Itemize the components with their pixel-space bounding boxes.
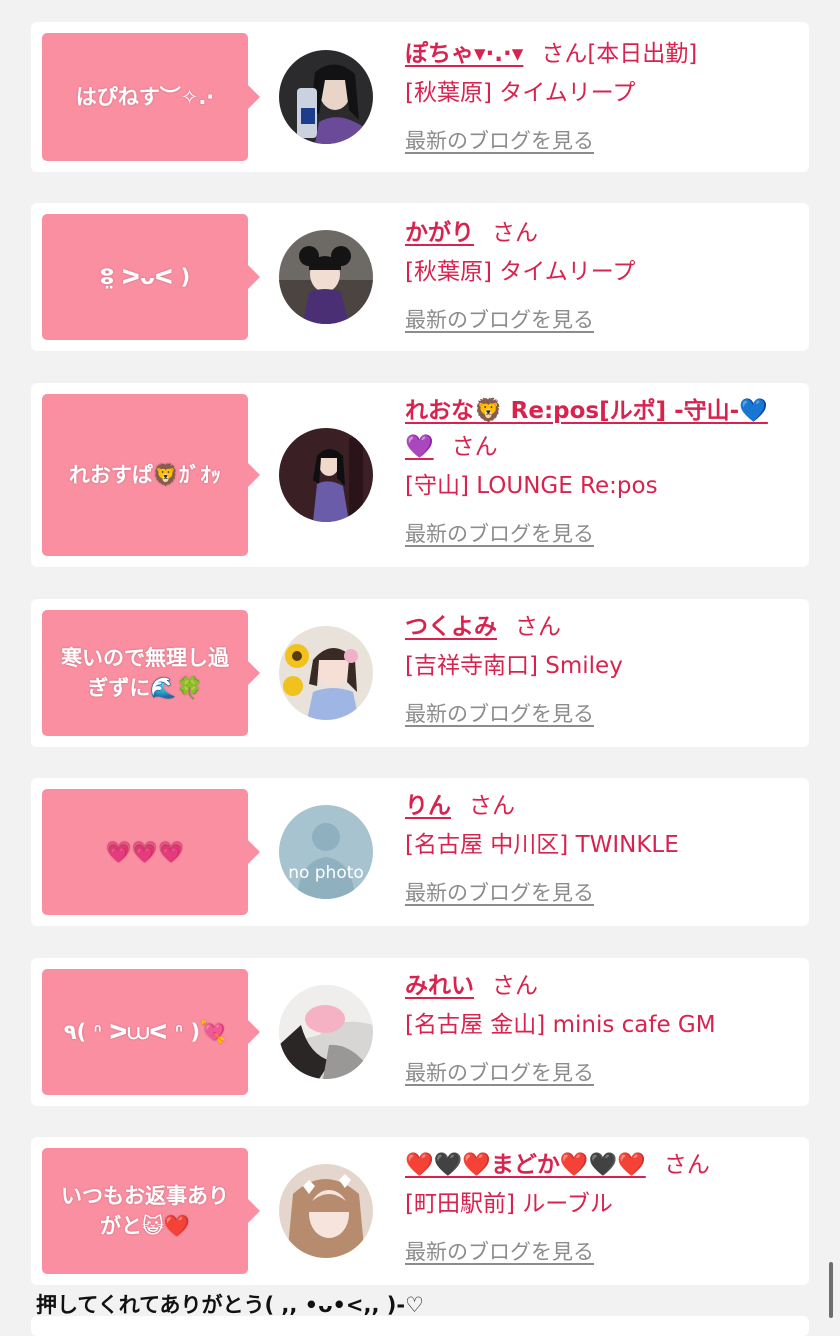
avatar[interactable] bbox=[279, 1164, 373, 1258]
message-card: はぴねす︶✧.· ぽちゃ▾·.·▾ さん[本日出勤] [秋葉原] タイムリープ 最… bbox=[31, 22, 809, 172]
shop-label: [町田駅前] ルーブル bbox=[405, 1191, 613, 1217]
comment-text: 寒いので無理し過ぎずに🌊🍀 bbox=[61, 645, 229, 700]
honorific: さん bbox=[469, 793, 515, 819]
message-card: れおすぱ🦁ｶﾞｵｯ れおな🦁 Re:pos[ルポ] -守山-💙💜 さん [守山] … bbox=[31, 383, 809, 567]
comment-bubble: 💗💗💗 bbox=[42, 789, 260, 915]
girl-name-link[interactable]: みれい bbox=[405, 973, 474, 999]
avatar-photo-icon bbox=[279, 230, 373, 324]
message-card-partial bbox=[31, 1316, 809, 1336]
comment-text: ٩( ᐢ ᐳ⩊ᐸ ᐢ )💘 bbox=[63, 1019, 227, 1044]
shop-label: [秋葉原] タイムリープ bbox=[405, 80, 636, 106]
no-photo-text: no photo bbox=[288, 863, 364, 883]
no-photo-icon: no photo bbox=[279, 805, 373, 899]
girl-name-link[interactable]: かがり bbox=[405, 220, 474, 246]
message-card: いつもお返事ありがと😺❤️ ❤️🖤❤️まどか❤️🖤❤️ さん [町田駅前] ルーブ… bbox=[31, 1137, 809, 1285]
girl-name-link[interactable]: ぽちゃ▾·.·▾ bbox=[405, 41, 523, 67]
avatar-photo-icon bbox=[279, 50, 373, 144]
entry-info: かがり さん [秋葉原] タイムリープ 最新のブログを見る bbox=[405, 215, 789, 334]
latest-blog-link[interactable]: 最新のブログを見る bbox=[405, 698, 594, 728]
message-card: 💗💗💗 no photo りん さん [名古屋 中川区] TWINKLE 最新のブ… bbox=[31, 778, 809, 926]
shop-label: [守山] LOUNGE Re:pos bbox=[405, 473, 658, 499]
avatar-photo-icon bbox=[279, 985, 373, 1079]
avatar-photo-icon bbox=[279, 1164, 373, 1258]
comment-bubble: れおすぱ🦁ｶﾞｵｯ bbox=[42, 394, 260, 556]
comment-bubble: ٩( ᐢ ᐳ⩊ᐸ ᐢ )💘 bbox=[42, 969, 260, 1095]
comment-text: 💗💗💗 bbox=[105, 839, 185, 864]
honorific: さん bbox=[492, 973, 538, 999]
latest-blog-link[interactable]: 最新のブログを見る bbox=[405, 877, 594, 907]
honorific: さん bbox=[492, 220, 538, 246]
shop-label: [秋葉原] タイムリープ bbox=[405, 259, 636, 285]
comment-bubble: はぴねす︶✧.· bbox=[42, 33, 260, 161]
avatar-photo-icon bbox=[279, 626, 373, 720]
comment-text: はぴねす︶✧.· bbox=[75, 84, 215, 109]
entry-info: りん さん [名古屋 中川区] TWINKLE 最新のブログを見る bbox=[405, 788, 789, 907]
comment-bubble: ⵓ̤ ᐳᴗᐸ ) bbox=[42, 214, 260, 340]
avatar[interactable]: no photo bbox=[279, 805, 373, 899]
avatar-photo-icon bbox=[279, 428, 373, 522]
latest-blog-link[interactable]: 最新のブログを見る bbox=[405, 304, 594, 334]
shop-label: [名古屋 中川区] TWINKLE bbox=[405, 832, 679, 858]
entry-info: ❤️🖤❤️まどか❤️🖤❤️ さん [町田駅前] ルーブル 最新のブログを見る bbox=[405, 1147, 789, 1266]
entry-info: みれい さん [名古屋 金山] minis cafe GM 最新のブログを見る bbox=[405, 968, 789, 1087]
message-card: ⵓ̤ ᐳᴗᐸ ) かがり さん [秋葉原] タイムリープ 最新のブログを見る bbox=[31, 203, 809, 351]
comment-text: いつもお返事ありがと😺❤️ bbox=[61, 1183, 229, 1238]
honorific: さん bbox=[663, 1152, 710, 1178]
avatar[interactable] bbox=[279, 50, 373, 144]
honorific: さん bbox=[451, 434, 498, 460]
shop-label: [名古屋 金山] minis cafe GM bbox=[405, 1012, 716, 1038]
message-card: 寒いので無理し過ぎずに🌊🍀 つくよみ さん [吉祥寺南口] Smiley 最新のブ… bbox=[31, 599, 809, 747]
avatar[interactable] bbox=[279, 230, 373, 324]
girl-name-link[interactable]: つくよみ bbox=[405, 614, 497, 640]
latest-blog-link[interactable]: 最新のブログを見る bbox=[405, 1236, 594, 1266]
thanks-message: 押してくれてありがとう( ,, •ᴗ•<,, )-♡ bbox=[36, 1293, 424, 1317]
honorific: さん bbox=[541, 41, 588, 67]
latest-blog-link[interactable]: 最新のブログを見る bbox=[405, 125, 594, 155]
latest-blog-link[interactable]: 最新のブログを見る bbox=[405, 1057, 594, 1087]
entry-info: ぽちゃ▾·.·▾ さん[本日出勤] [秋葉原] タイムリープ 最新のブログを見る bbox=[405, 36, 789, 155]
message-card: ٩( ᐢ ᐳ⩊ᐸ ᐢ )💘 みれい さん [名古屋 金山] minis cafe … bbox=[31, 958, 809, 1106]
scrollbar[interactable] bbox=[829, 1262, 833, 1318]
latest-blog-link[interactable]: 最新のブログを見る bbox=[405, 518, 594, 548]
honorific: さん bbox=[515, 614, 561, 640]
entry-info: れおな🦁 Re:pos[ルポ] -守山-💙💜 さん [守山] LOUNGE Re:… bbox=[405, 393, 789, 548]
girl-name-link[interactable]: ❤️🖤❤️まどか❤️🖤❤️ bbox=[405, 1152, 646, 1178]
entry-info: つくよみ さん [吉祥寺南口] Smiley 最新のブログを見る bbox=[405, 609, 789, 728]
avatar[interactable] bbox=[279, 428, 373, 522]
comment-bubble: 寒いので無理し過ぎずに🌊🍀 bbox=[42, 610, 260, 736]
comment-bubble: いつもお返事ありがと😺❤️ bbox=[42, 1148, 260, 1274]
comment-text: ⵓ̤ ᐳᴗᐸ ) bbox=[99, 264, 191, 289]
girl-name-link[interactable]: りん bbox=[405, 793, 451, 819]
comment-text: れおすぱ🦁ｶﾞｵｯ bbox=[68, 462, 222, 487]
status-label: [本日出勤] bbox=[587, 41, 698, 67]
avatar[interactable] bbox=[279, 626, 373, 720]
avatar[interactable] bbox=[279, 985, 373, 1079]
shop-label: [吉祥寺南口] Smiley bbox=[405, 653, 623, 679]
